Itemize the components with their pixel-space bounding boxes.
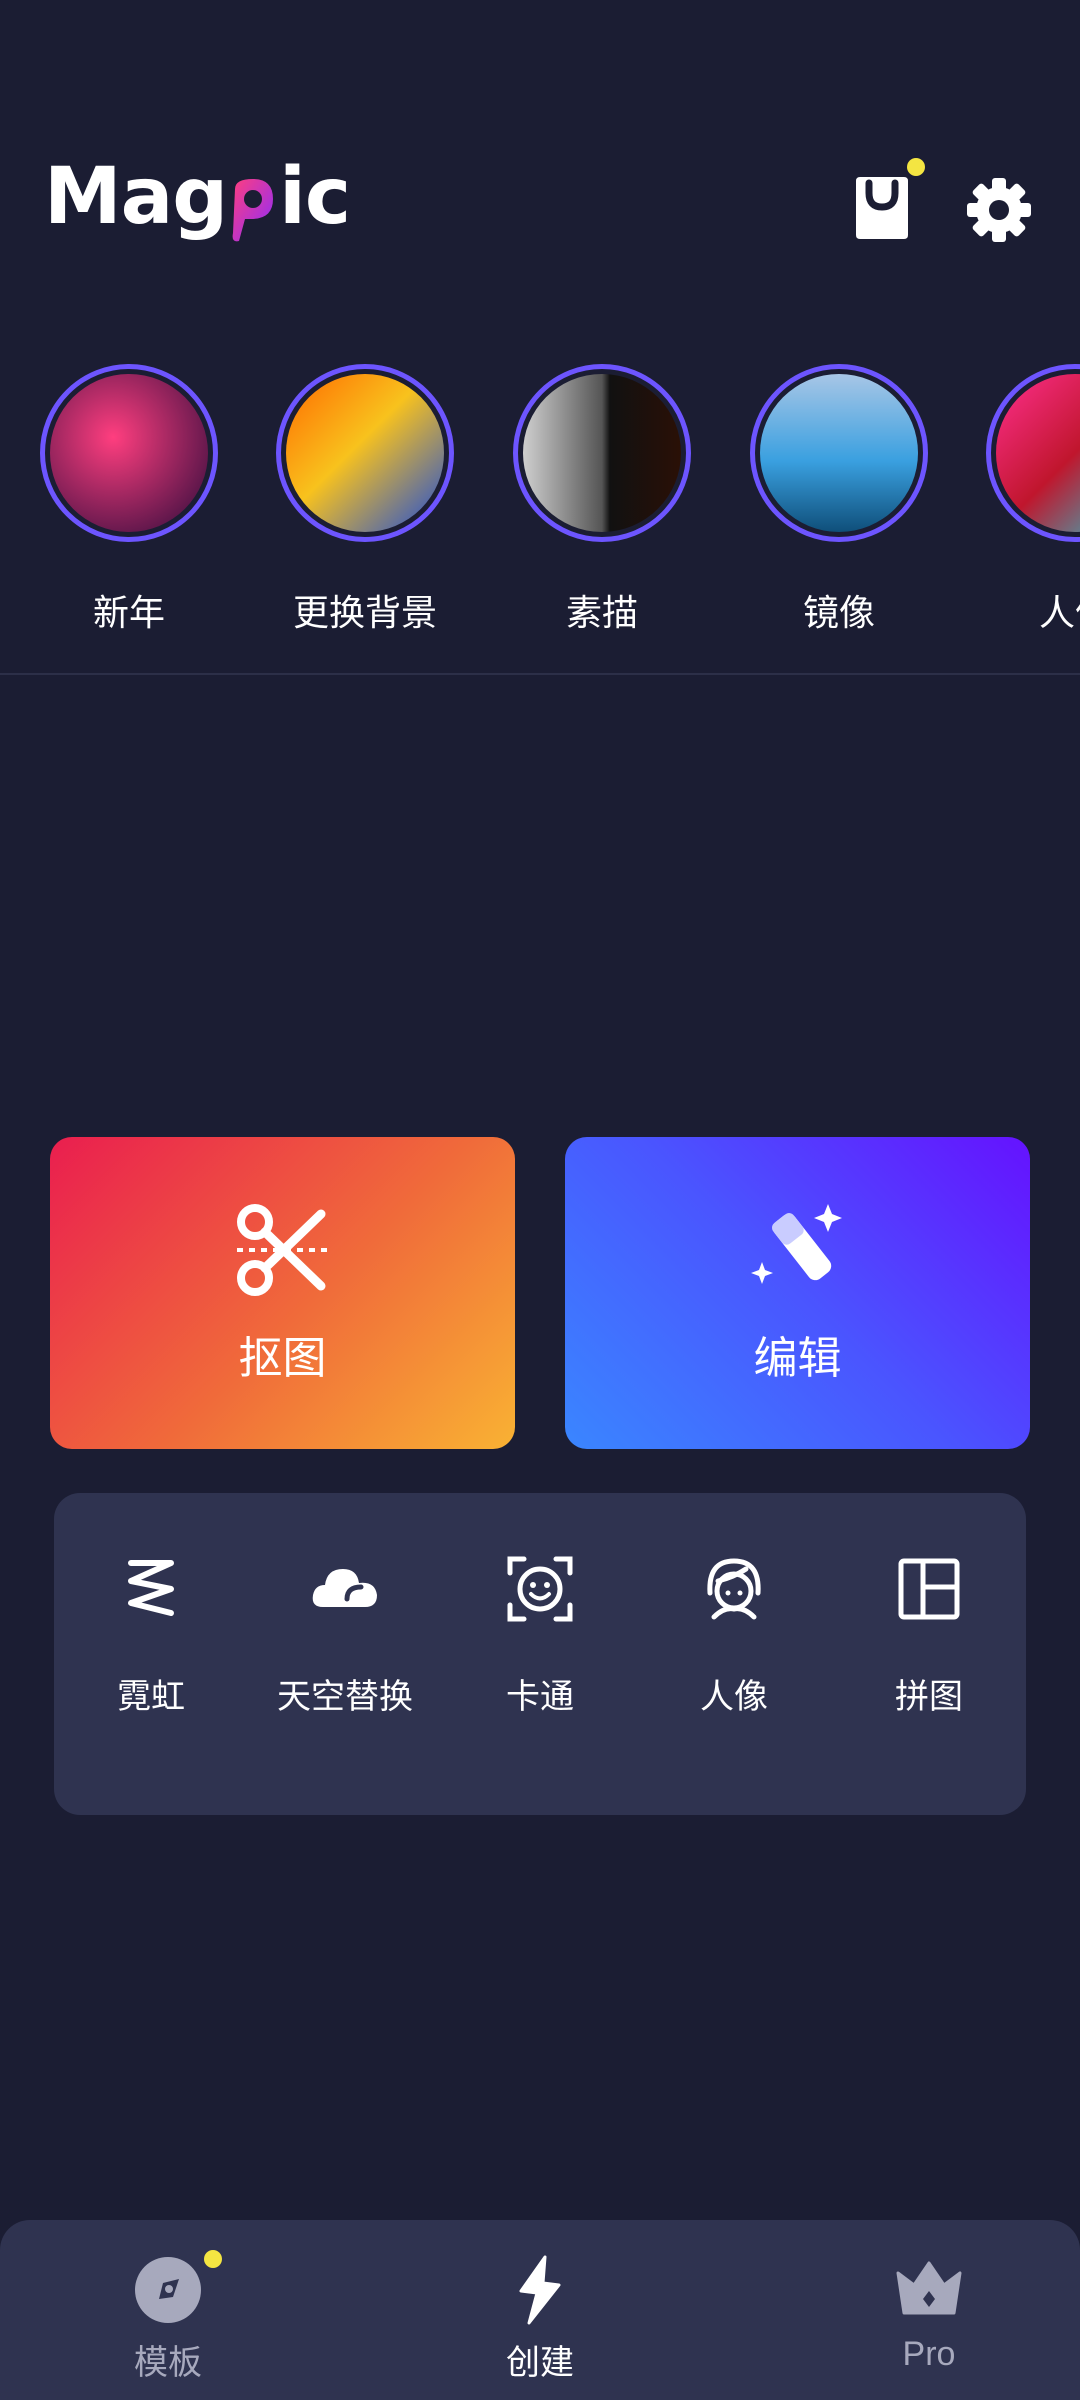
settings-button[interactable] [957,168,1041,252]
tool-label: 卡通 [506,1677,574,1717]
story-label: 镜像 [802,593,875,634]
app-logo: Mag ic [44,152,351,242]
story-thumbnail [50,374,208,532]
section-divider [0,673,1080,675]
nav-create[interactable]: 创建 [440,2255,640,2384]
nav-label: 模板 [134,2343,202,2383]
template-disc-icon [135,2257,201,2323]
nav-label: Pro [902,2335,956,2373]
tool-sky-replace[interactable]: 天空替换 [248,1553,442,1718]
logo-p-mark-icon [229,174,277,242]
story-change-background[interactable]: 更换背景 [272,364,458,636]
tool-cartoon[interactable]: 卡通 [443,1553,637,1718]
story-ring [276,364,454,542]
story-thumbnail [286,374,444,532]
logo-text-left: Mag [44,152,228,242]
cartoon-face-icon [507,1556,573,1622]
story-ring [986,364,1080,542]
story-ring [750,364,928,542]
nav-templates[interactable]: 模板 [68,2255,268,2384]
story-new-year[interactable]: 新年 [36,364,222,636]
nav-pro[interactable]: Pro [829,2255,1029,2374]
nav-label: 创建 [506,2343,574,2383]
story-ring [513,364,691,542]
cart-badge [907,158,925,176]
story-thumbnail [760,374,918,532]
gear-icon [967,178,1031,242]
story-label: 新年 [92,593,165,634]
tool-neon[interactable]: 霓虹 [54,1553,248,1718]
cloud-icon [312,1569,377,1607]
cart-button[interactable] [840,166,924,250]
portrait-icon [707,1558,761,1620]
story-label: 更换背景 [292,593,437,634]
story-thumbnail [523,374,681,532]
tool-label: 拼图 [895,1677,963,1717]
story-portrait-clip: 人像 [982,364,1080,684]
edit-card-button[interactable]: 编辑 [565,1137,1030,1449]
shopping-bag-icon [856,177,908,239]
edit-label: 编辑 [753,1333,842,1384]
cutout-card-button[interactable]: 抠图 [50,1137,515,1449]
tool-collage[interactable]: 拼图 [832,1553,1026,1718]
story-mirror[interactable]: 镜像 [746,364,932,636]
lightning-icon [519,2255,561,2325]
templates-badge [204,2250,222,2268]
story-ring [40,364,218,542]
crown-icon [896,2261,962,2315]
tool-label: 天空替换 [277,1677,413,1717]
tool-label: 霓虹 [117,1677,185,1717]
story-label: 素描 [565,593,638,634]
cutout-label: 抠图 [238,1333,327,1384]
story-label: 人像 [1038,593,1080,634]
magic-wand-icon [750,1204,842,1284]
collage-layout-icon [898,1558,960,1620]
story-sketch[interactable]: 素描 [509,364,695,636]
logo-text-right: ic [279,152,351,242]
tool-portrait[interactable]: 人像 [637,1553,831,1718]
story-thumbnail [996,374,1080,532]
neon-zigzag-icon [128,1560,174,1616]
story-portrait[interactable]: 人像 [982,364,1080,636]
scissors-icon [236,1204,329,1296]
tool-label: 人像 [700,1677,768,1717]
